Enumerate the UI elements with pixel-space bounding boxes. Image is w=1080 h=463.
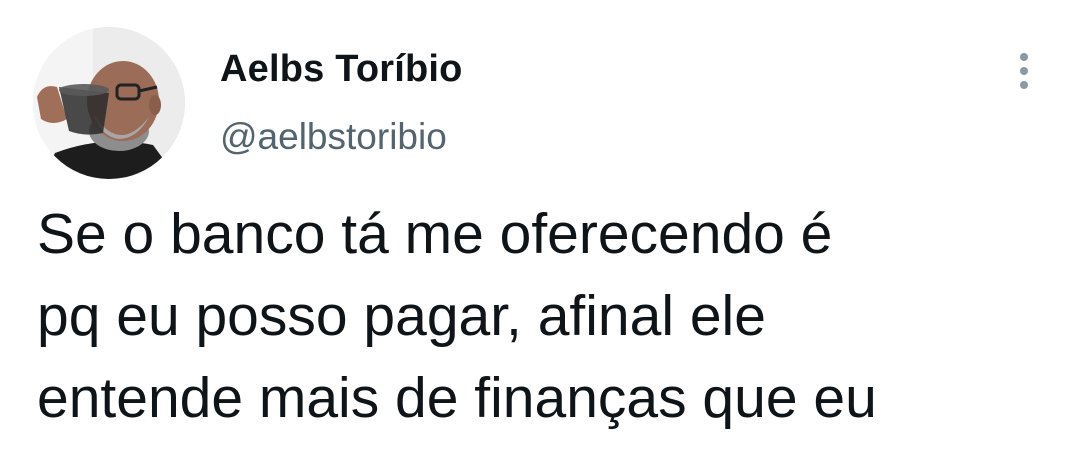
author-handle[interactable]: @aelbstoribio [220,116,447,158]
author-display-name[interactable]: Aelbs Toríbio [220,48,463,91]
more-vertical-icon [1020,53,1028,89]
author-avatar[interactable] [33,27,185,179]
profile-photo-icon [33,27,185,179]
tweet-text: Se o banco tá me oferecendo é pq eu poss… [37,202,877,430]
more-options-button[interactable] [1007,50,1041,94]
tweet-card: Aelbs Toríbio @aelbstoribio Se o banco t… [0,0,1080,463]
